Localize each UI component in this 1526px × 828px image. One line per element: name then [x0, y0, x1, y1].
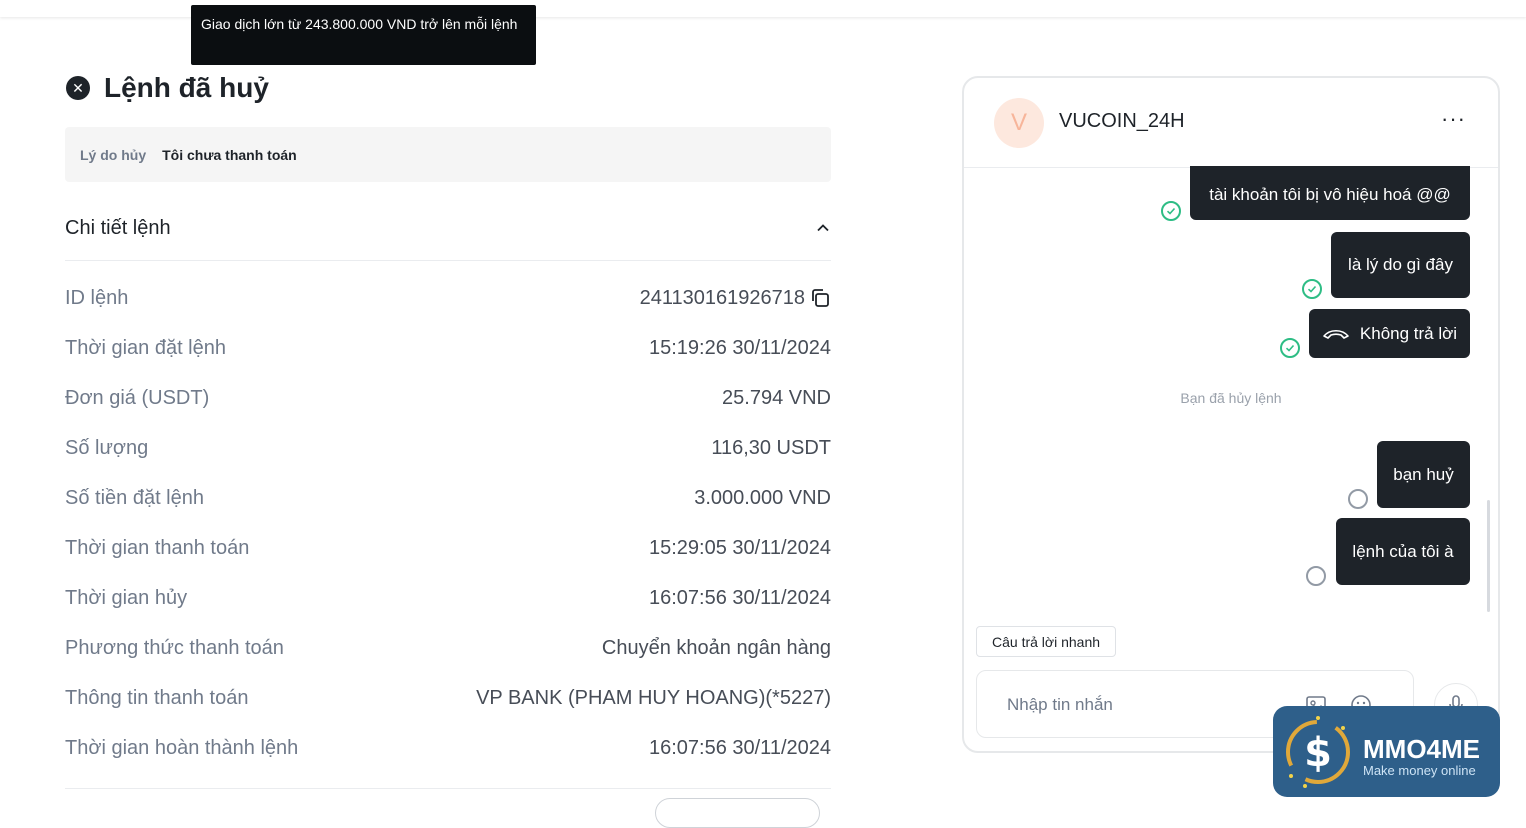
- counterparty-name: VUCOIN_24H: [1059, 110, 1185, 132]
- phone-hangup-icon: [1323, 329, 1349, 339]
- pending-status-icon: [1348, 489, 1368, 509]
- system-note: Bạn đã hủy lệnh: [1180, 390, 1282, 406]
- message-input[interactable]: [1005, 691, 1289, 719]
- message-text: bạn huỷ: [1393, 464, 1454, 484]
- detail-row: Số tiền đặt lệnh 3.000.000 VND: [65, 473, 831, 523]
- divider: [65, 788, 831, 789]
- read-check-icon: [1161, 201, 1181, 221]
- avatar: V: [994, 98, 1044, 148]
- detail-value: VP BANK (PHAM HUY HOANG)(*5227): [476, 686, 831, 709]
- more-options-icon[interactable]: ···: [1441, 106, 1466, 132]
- message-text: tài khoản tôi bị vô hiệu hoá @@: [1209, 185, 1451, 204]
- detail-row: Phương thức thanh toán Chuyển khoản ngân…: [65, 623, 831, 673]
- order-details-list: ID lệnh 241130161926718 Thời gian đặt lệ…: [65, 273, 831, 773]
- chat-panel: V VUCOIN_24H ··· tài khoản tôi bị vô hiệ…: [962, 76, 1500, 753]
- detail-label: Thời gian hủy: [65, 586, 188, 609]
- detail-label: Số lượng: [65, 436, 149, 459]
- detail-row: Thời gian đặt lệnh 15:19:26 30/11/2024: [65, 323, 831, 373]
- detail-row: Thời gian thanh toán 15:29:05 30/11/2024: [65, 523, 831, 573]
- message-text: lệnh của tôi à: [1352, 541, 1454, 561]
- watermark-logo: $ MMO4ME Make money online: [1273, 706, 1500, 797]
- copy-icon[interactable]: [809, 287, 831, 309]
- dollar-coin-icon: $: [1286, 716, 1350, 788]
- order-details-title: Chi tiết lệnh: [65, 216, 171, 239]
- detail-row: Thời gian hủy 16:07:56 30/11/2024: [65, 573, 831, 623]
- detail-row: Thông tin thanh toán VP BANK (PHAM HUY H…: [65, 673, 831, 723]
- svg-text:$: $: [1304, 730, 1332, 776]
- footer-action-button[interactable]: [655, 798, 820, 828]
- detail-value: Chuyển khoản ngân hàng: [601, 636, 831, 659]
- detail-label: ID lệnh: [65, 286, 129, 309]
- order-status-header: ✕ Lệnh đã huỷ: [66, 72, 269, 104]
- cancelled-icon: ✕: [66, 76, 90, 100]
- message-bubble: Không trả lời: [1309, 309, 1470, 358]
- message-bubble: tài khoản tôi bị vô hiệu hoá @@: [1190, 166, 1470, 220]
- page-title: Lệnh đã huỷ: [104, 72, 269, 103]
- detail-value: 15:29:05 30/11/2024: [648, 536, 831, 559]
- pending-status-icon: [1306, 566, 1326, 586]
- detail-value: 116,30 USDT: [711, 436, 831, 459]
- cancel-reason-label: Lý do hủy: [80, 146, 147, 163]
- detail-label: Thời gian hoàn thành lệnh: [65, 736, 299, 759]
- detail-value: 241130161926718: [639, 286, 805, 309]
- detail-value: 15:19:26 30/11/2024: [648, 336, 831, 359]
- read-check-icon: [1302, 279, 1322, 299]
- read-check-icon: [1280, 338, 1300, 358]
- cancel-reason-box: Lý do hủy Tôi chưa thanh toán: [65, 127, 831, 182]
- cancel-reason-value: Tôi chưa thanh toán: [162, 146, 297, 163]
- detail-label: Đơn giá (USDT): [65, 386, 210, 409]
- detail-row-order-id: ID lệnh 241130161926718: [65, 273, 831, 323]
- tooltip-text: Giao dịch lớn từ 243.800.000 VND trở lên…: [201, 16, 518, 32]
- chevron-up-icon[interactable]: [815, 220, 831, 236]
- detail-label: Phương thức thanh toán: [65, 636, 284, 659]
- message-bubble: là lý do gì đây: [1331, 232, 1470, 298]
- detail-value: 16:07:56 30/11/2024: [648, 586, 831, 609]
- detail-value: 3.000.000 VND: [694, 486, 831, 509]
- avatar-letter: V: [1010, 109, 1027, 136]
- quick-reply-label: Câu trả lời nhanh: [992, 633, 1101, 650]
- message-text: Không trả lời: [1359, 323, 1458, 343]
- detail-row: Thời gian hoàn thành lệnh 16:07:56 30/11…: [65, 723, 831, 773]
- large-trade-tooltip: Giao dịch lớn từ 243.800.000 VND trở lên…: [191, 5, 536, 65]
- message-bubble: lệnh của tôi à: [1336, 518, 1470, 585]
- watermark-subtitle: Make money online: [1363, 763, 1476, 778]
- detail-row: Đơn giá (USDT) 25.794 VND: [65, 373, 831, 423]
- message-bubble: bạn huỷ: [1377, 441, 1470, 508]
- detail-row: Số lượng 116,30 USDT: [65, 423, 831, 473]
- message-text: là lý do gì đây: [1348, 255, 1453, 274]
- watermark-title: MMO4ME: [1363, 734, 1480, 764]
- detail-value: 16:07:56 30/11/2024: [648, 736, 831, 759]
- chat-scrollbar[interactable]: [1487, 500, 1490, 612]
- quick-reply-button[interactable]: Câu trả lời nhanh: [976, 626, 1117, 657]
- detail-label: Thông tin thanh toán: [65, 686, 249, 709]
- detail-value: 25.794 VND: [722, 386, 831, 409]
- chat-header: V VUCOIN_24H ···: [964, 78, 1498, 168]
- detail-label: Thời gian đặt lệnh: [65, 336, 226, 359]
- order-details-toggle[interactable]: Chi tiết lệnh: [65, 196, 831, 261]
- detail-label: Thời gian thanh toán: [65, 536, 250, 559]
- detail-label: Số tiền đặt lệnh: [65, 486, 204, 509]
